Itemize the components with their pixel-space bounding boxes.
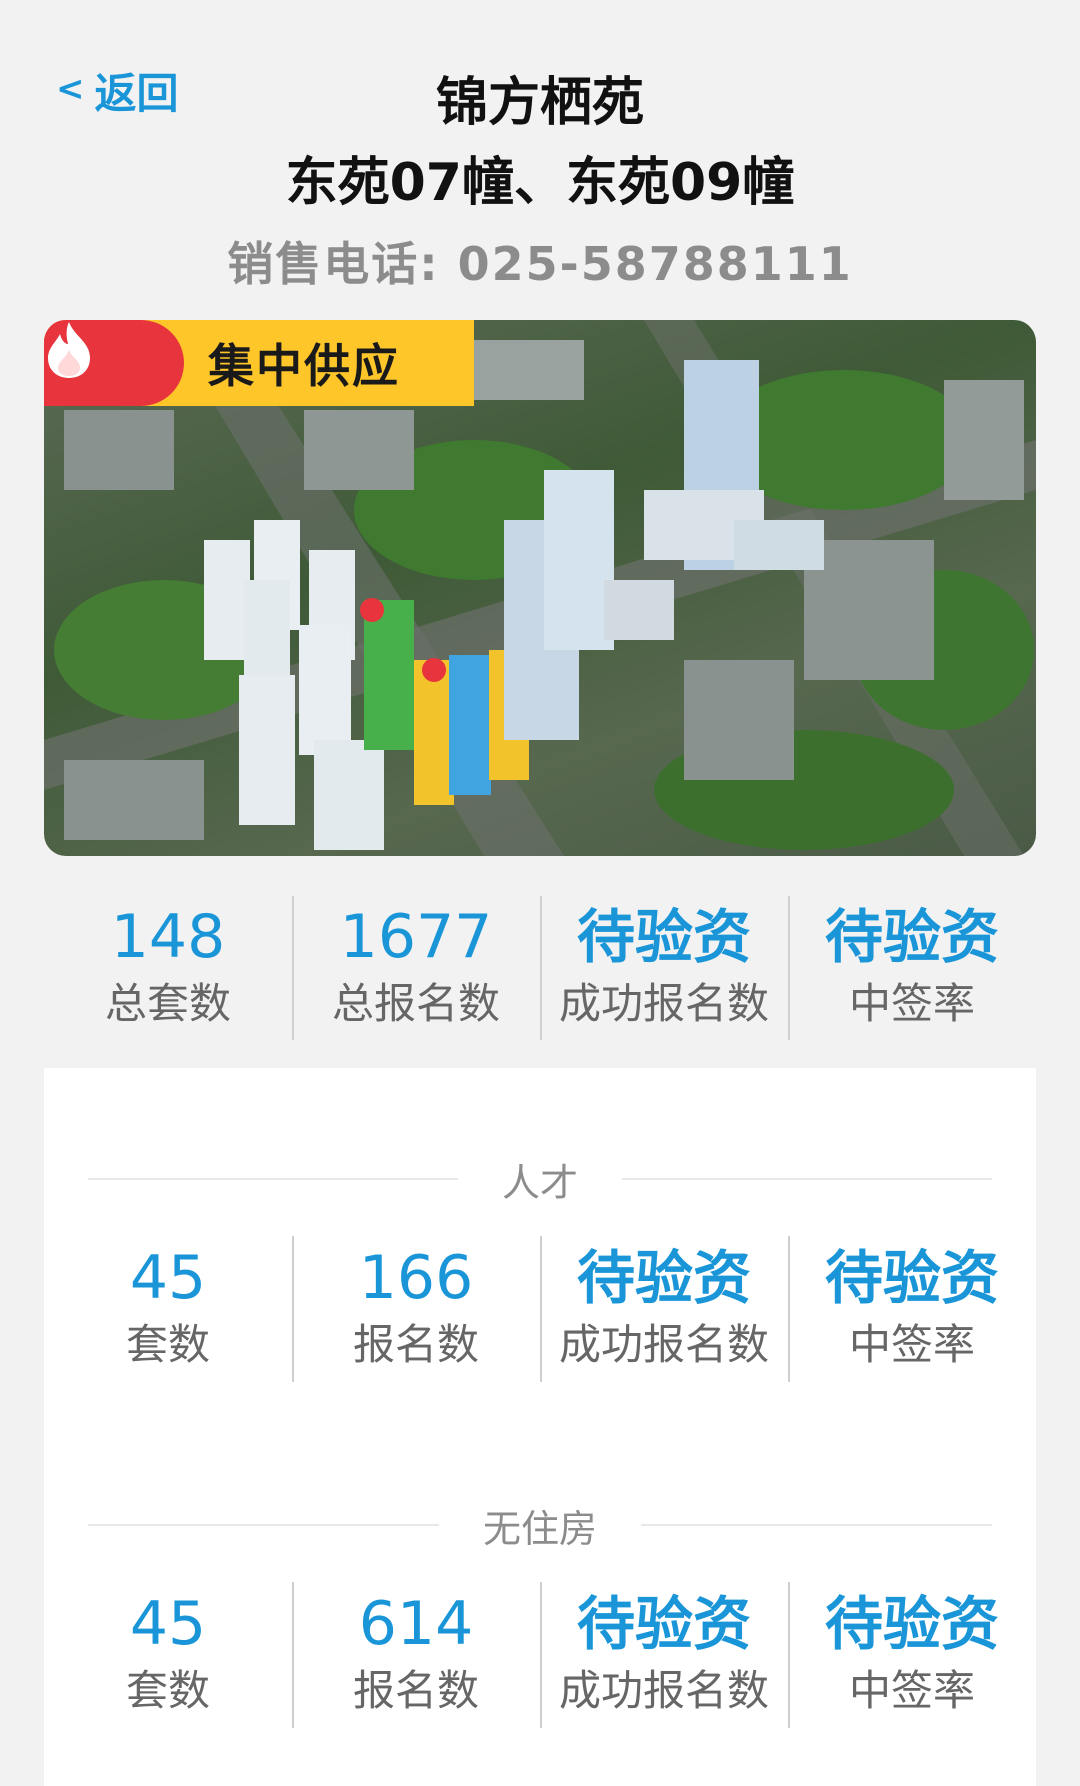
stat-value: 待验资	[824, 1590, 999, 1658]
page-title: 锦方栖苑	[435, 73, 644, 133]
stat-label: 中签率	[848, 1320, 975, 1369]
stat-win-rate: 待验资 中签率	[788, 1236, 1036, 1382]
stat-value: 待验资	[576, 1244, 751, 1312]
sales-phone[interactable]: 销售电话: 025-58788111	[0, 228, 1080, 294]
stat-applicants: 614 报名数	[292, 1582, 540, 1728]
stat-label: 中签率	[848, 979, 975, 1028]
stat-successful-applicants: 待验资 成功报名数	[540, 1582, 788, 1728]
stat-total-units: 148 总套数	[44, 896, 292, 1040]
stat-label: 成功报名数	[558, 1666, 769, 1715]
page-subtitle: 东苑07幢、东苑09幢	[285, 153, 795, 213]
category-card: 人才 45 套数 166 报名数 待验资 成功报名数 待验资 中签率 无住房 4…	[44, 1068, 1036, 1786]
header: < 返回 锦方栖苑 东苑07幢、东苑09幢 销售电话: 025-58788111	[0, 0, 1080, 310]
divider	[88, 1524, 439, 1526]
section-title-talent: 人才	[88, 1154, 993, 1205]
divider	[641, 1524, 993, 1526]
stat-win-rate: 待验资 中签率	[788, 1582, 1036, 1728]
section-title-label: 人才	[502, 1160, 579, 1205]
stat-label: 套数	[125, 1320, 210, 1369]
project-rendering-image: 集中供应	[44, 320, 1036, 856]
stat-label: 总报名数	[331, 979, 500, 1028]
stat-total-applicants: 1677 总报名数	[292, 896, 540, 1040]
stat-value: 待验资	[576, 903, 751, 971]
stat-label: 总套数	[104, 979, 231, 1028]
stat-label: 成功报名数	[558, 1320, 769, 1369]
supply-badge: 集中供应	[44, 320, 474, 406]
stat-successful-applicants: 待验资 成功报名数	[540, 896, 788, 1040]
stat-units: 45 套数	[44, 1236, 292, 1382]
stat-value: 166	[358, 1243, 474, 1313]
talent-stats: 45 套数 166 报名数 待验资 成功报名数 待验资 中签率	[44, 1236, 1036, 1382]
divider	[622, 1178, 993, 1180]
stat-label: 报名数	[352, 1666, 479, 1715]
stat-value: 45	[129, 1589, 207, 1659]
stat-value: 待验资	[824, 1244, 999, 1312]
stat-applicants: 166 报名数	[292, 1236, 540, 1382]
stat-value: 1677	[339, 902, 493, 972]
page: < 返回 锦方栖苑 东苑07幢、东苑09幢 销售电话: 025-58788111	[0, 0, 1080, 1786]
stat-label: 中签率	[848, 1666, 975, 1715]
stat-value: 待验资	[576, 1590, 751, 1658]
stat-value: 45	[129, 1243, 207, 1313]
supply-badge-label: 集中供应	[208, 339, 400, 393]
section-title-no-housing: 无住房	[88, 1500, 993, 1551]
summary-stats: 148 总套数 1677 总报名数 待验资 成功报名数 待验资 中签率	[44, 896, 1036, 1040]
stat-label: 套数	[125, 1666, 210, 1715]
no-housing-stats: 45 套数 614 报名数 待验资 成功报名数 待验资 中签率	[44, 1582, 1036, 1728]
stat-value: 148	[110, 902, 226, 972]
divider	[88, 1178, 458, 1180]
fire-icon	[44, 320, 184, 406]
stat-value: 待验资	[824, 903, 999, 971]
stat-win-rate: 待验资 中签率	[788, 896, 1036, 1040]
stat-label: 成功报名数	[558, 979, 769, 1028]
section-title-label: 无住房	[483, 1506, 598, 1551]
stat-successful-applicants: 待验资 成功报名数	[540, 1236, 788, 1382]
stat-units: 45 套数	[44, 1582, 292, 1728]
stat-label: 报名数	[352, 1320, 479, 1369]
stat-value: 614	[358, 1589, 474, 1659]
